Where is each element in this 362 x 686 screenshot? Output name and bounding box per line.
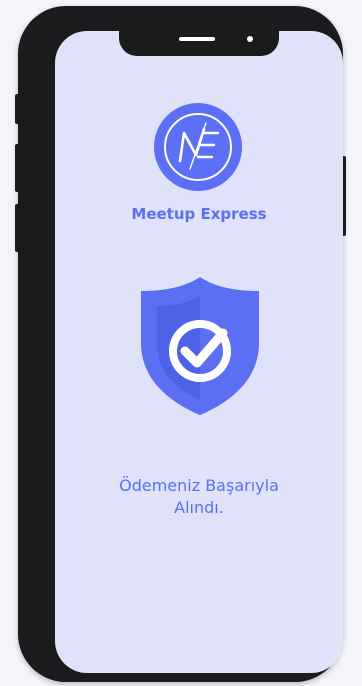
- shield-check-icon: [135, 273, 265, 419]
- phone-frame: Meetup Express Ödemeniz Başarıyla Alındı…: [15, 6, 346, 682]
- message-line-1: Ödemeniz Başarıyla: [119, 476, 279, 495]
- message-line-2: Alındı.: [174, 498, 224, 517]
- phone-volume-up-button: [15, 144, 19, 192]
- payment-success-message: Ödemeniz Başarıyla Alındı.: [55, 475, 343, 519]
- speaker-grille: [179, 37, 215, 41]
- app-logo: [154, 103, 242, 191]
- phone-volume-down-button: [15, 204, 19, 252]
- app-name: Meetup Express: [131, 205, 267, 223]
- front-camera: [247, 36, 253, 42]
- me-monogram-icon: [164, 113, 232, 181]
- phone-screen: Meetup Express Ödemeniz Başarıyla Alındı…: [55, 31, 343, 673]
- phone-notch: [119, 31, 279, 56]
- phone-mute-switch: [15, 94, 19, 124]
